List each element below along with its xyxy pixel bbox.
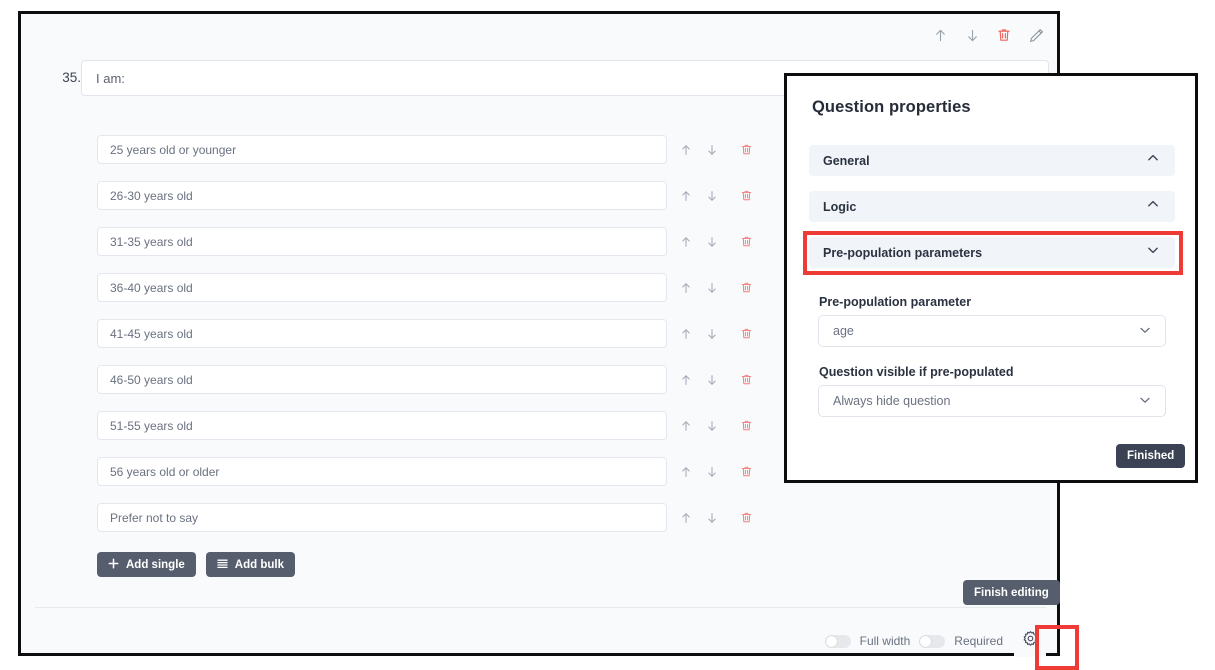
move-option-up-icon[interactable] (678, 280, 693, 295)
move-option-down-icon[interactable] (704, 418, 719, 433)
accordion-section-general[interactable]: General (809, 145, 1175, 176)
move-option-down-icon[interactable] (704, 464, 719, 479)
move-option-up-icon[interactable] (678, 418, 693, 433)
finish-editing-button[interactable]: Finish editing (963, 580, 1060, 605)
answer-option-actions (678, 227, 754, 256)
add-single-label: Add single (126, 558, 185, 571)
chevron-up-icon (1146, 197, 1160, 216)
delete-option-icon[interactable] (739, 372, 754, 387)
move-option-up-icon[interactable] (678, 510, 693, 525)
delete-option-icon[interactable] (739, 326, 754, 341)
question-properties-panel: Question properties General Logic Pre-po… (784, 73, 1198, 483)
edit-question-icon[interactable] (1027, 26, 1045, 44)
move-option-up-icon[interactable] (678, 326, 693, 341)
accordion-label-general: General (823, 153, 870, 168)
settings-gear-button[interactable] (1014, 625, 1046, 657)
answer-option-input[interactable]: 41-45 years old (97, 319, 667, 348)
move-option-down-icon[interactable] (704, 188, 719, 203)
pre-population-parameter-label: Pre-population parameter (819, 295, 972, 309)
delete-question-icon[interactable] (995, 26, 1013, 44)
move-option-down-icon[interactable] (704, 326, 719, 341)
accordion-section-pre-population-parameters[interactable]: Pre-population parameters (809, 237, 1175, 268)
toggle-knob (825, 635, 837, 647)
chevron-down-icon (1138, 393, 1152, 410)
question-toolbar (931, 22, 1045, 48)
chevron-up-icon (1146, 151, 1160, 170)
answer-option-actions (678, 273, 754, 302)
answer-option-input[interactable]: 31-35 years old (97, 227, 667, 256)
answer-option-input[interactable]: 26-30 years old (97, 181, 667, 210)
move-option-up-icon[interactable] (678, 372, 693, 387)
finished-button[interactable]: Finished (1116, 444, 1186, 468)
answer-option-input[interactable]: 36-40 years old (97, 273, 667, 302)
answer-option-actions (678, 365, 754, 394)
delete-option-icon[interactable] (739, 142, 754, 157)
move-option-down-icon[interactable] (704, 280, 719, 295)
add-bulk-button[interactable]: Add bulk (205, 552, 295, 577)
required-label: Required (954, 634, 1003, 648)
answer-option-actions (678, 457, 754, 486)
delete-option-icon[interactable] (739, 510, 754, 525)
pre-population-parameter-select[interactable]: age (818, 315, 1166, 347)
answer-option-row: Prefer not to say (21, 503, 1057, 532)
move-option-down-icon[interactable] (704, 234, 719, 249)
accordion-label-logic: Logic (823, 199, 857, 214)
footer-divider (35, 607, 1046, 608)
full-width-label: Full width (859, 634, 911, 648)
question-number: 35. (62, 70, 81, 85)
plus-icon (108, 558, 119, 572)
pre-population-parameter-value: age (833, 324, 854, 338)
full-width-toggle[interactable] (824, 634, 851, 648)
delete-option-icon[interactable] (739, 418, 754, 433)
move-question-up-icon[interactable] (931, 26, 949, 44)
question-visible-select[interactable]: Always hide question (818, 385, 1166, 417)
question-visible-label: Question visible if pre-populated (819, 365, 1014, 379)
list-icon (217, 558, 228, 572)
toggle-knob (920, 635, 932, 647)
move-option-up-icon[interactable] (678, 188, 693, 203)
move-question-down-icon[interactable] (963, 26, 981, 44)
required-toggle[interactable] (919, 634, 946, 648)
move-option-down-icon[interactable] (704, 372, 719, 387)
answer-option-input[interactable]: 51-55 years old (97, 411, 667, 440)
delete-option-icon[interactable] (739, 280, 754, 295)
answer-option-actions (678, 135, 754, 164)
accordion-label-pre-population-parameters: Pre-population parameters (823, 245, 983, 260)
panel-title: Question properties (812, 98, 971, 116)
answer-option-input[interactable]: 56 years old or older (97, 457, 667, 486)
required-toggle-group: Required (919, 634, 1003, 648)
move-option-down-icon[interactable] (704, 142, 719, 157)
answer-option-input[interactable]: 25 years old or younger (97, 135, 667, 164)
delete-option-icon[interactable] (739, 464, 754, 479)
add-single-button[interactable]: Add single (97, 552, 196, 577)
answer-option-actions (678, 319, 754, 348)
add-bulk-label: Add bulk (234, 558, 284, 571)
answer-option-actions (678, 503, 754, 532)
accordion-section-logic[interactable]: Logic (809, 191, 1175, 222)
move-option-up-icon[interactable] (678, 464, 693, 479)
add-option-buttons: Add single Add bulk (97, 552, 295, 577)
answer-option-input[interactable]: Prefer not to say (97, 503, 667, 532)
gear-icon (1022, 630, 1039, 652)
question-visible-value: Always hide question (833, 394, 951, 408)
answer-option-actions (678, 181, 754, 210)
move-option-up-icon[interactable] (678, 234, 693, 249)
chevron-down-icon (1146, 243, 1160, 262)
answer-option-actions (678, 411, 754, 440)
move-option-down-icon[interactable] (704, 510, 719, 525)
move-option-up-icon[interactable] (678, 142, 693, 157)
delete-option-icon[interactable] (739, 188, 754, 203)
delete-option-icon[interactable] (739, 234, 754, 249)
answer-option-input[interactable]: 46-50 years old (97, 365, 667, 394)
full-width-toggle-group: Full width (824, 634, 911, 648)
question-footer-bar: Full width Required (21, 625, 1057, 657)
chevron-down-icon (1138, 323, 1152, 340)
